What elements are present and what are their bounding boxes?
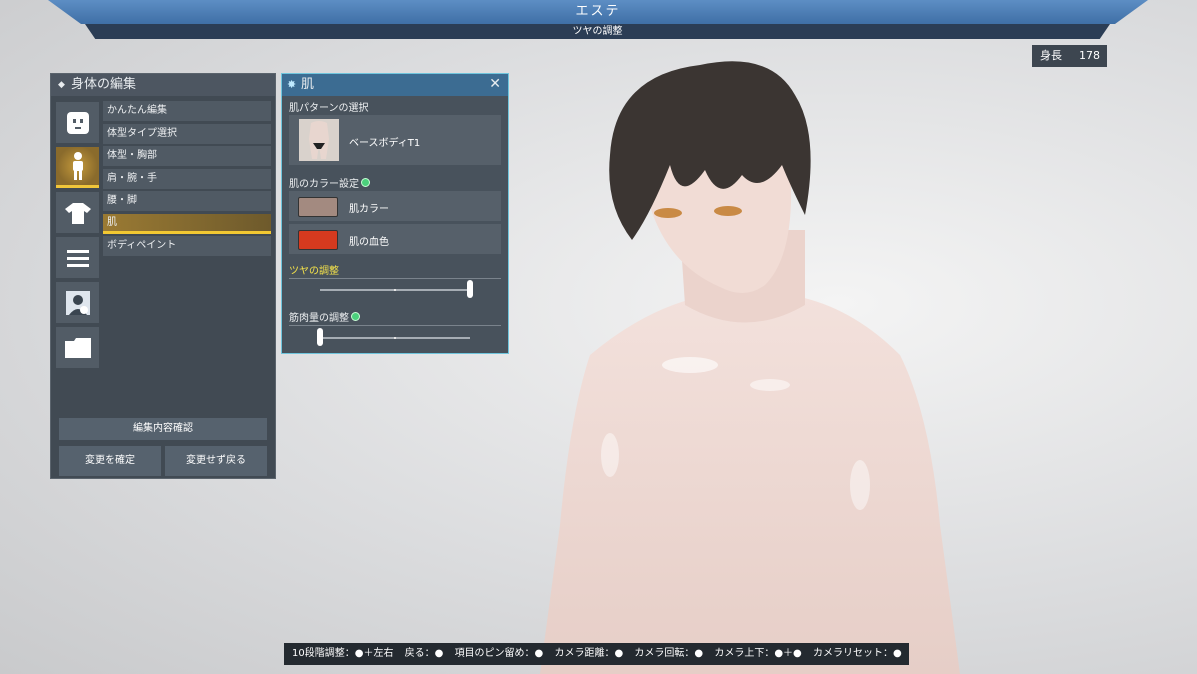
body-icon[interactable] [56,147,99,188]
skin-panel: ✸ 肌 ✕ 肌パターンの選択 ベースボディT1 肌のカラー設定 肌カラー 肌の血… [281,73,509,354]
folder-icon[interactable] [56,327,99,368]
skin-pattern-selector[interactable]: ベースボディT1 [289,115,501,165]
blood-color-row[interactable]: 肌の血色 [289,224,501,254]
menu-item-waist-leg[interactable]: 腰・脚 [103,191,271,211]
list-icon[interactable] [56,237,99,278]
gloss-slider-knob[interactable] [467,280,473,298]
muscle-label: 筋肉量の調整 [289,313,349,324]
character-preview [540,61,960,674]
skin-color-swatch [298,197,338,217]
body-edit-title: 身体の編集 [71,77,137,92]
menu-item-skin[interactable]: 肌 [103,213,271,234]
controls-help-bar: 10段階調整：●＋左右 戻る：● 項目のピン留め：● カメラ距離：● カメラ回転… [284,643,909,665]
menu-item-body-paint[interactable]: ボディペイント [103,236,271,256]
body-edit-header: ◆ 身体の編集 [51,74,275,96]
blood-color-label: 肌の血色 [349,237,389,248]
height-label: 身長 [1040,49,1062,62]
help-item-camera-distance: カメラ距離：● [554,648,624,659]
gloss-label: ツヤの調整 [289,262,501,279]
screen-subtitle: ツヤの調整 [85,24,1110,39]
body-edit-panel: ◆ 身体の編集 かんたん編集 体型タイプ選択 体型・胸部 肩・腕・手 腰・脚 肌… [50,73,276,479]
pattern-value: ベースボディT1 [349,138,421,149]
help-item-camera-reset: カメラリセット：● [812,648,902,659]
apply-changes-button[interactable]: 変更を確定 [59,446,161,476]
help-item-camera-updown: カメラ上下：●＋● [714,648,802,659]
gem-icon [361,178,370,187]
body-menu-list: かんたん編集 体型タイプ選択 体型・胸部 肩・腕・手 腰・脚 肌 ボディペイント [103,101,271,259]
skin-color-row[interactable]: 肌カラー [289,191,501,221]
help-item-pin: 項目のピン留め：● [454,648,544,659]
body-thumbnail-icon [299,119,339,161]
help-item-camera-rotate: カメラ回転：● [634,648,704,659]
menu-item-body-chest[interactable]: 体型・胸部 [103,146,271,166]
sparkle-icon: ✸ [287,78,297,91]
face-icon[interactable] [56,102,99,143]
close-icon[interactable]: ✕ [489,73,501,95]
menu-item-shoulder-arm-hand[interactable]: 肩・腕・手 [103,168,271,189]
height-value: 178 [1079,49,1100,62]
review-edits-button[interactable]: 編集内容確認 [59,418,267,440]
category-icon-column [56,102,101,372]
skin-panel-header: ✸ 肌 ✕ [282,74,508,96]
color-section-label: 肌のカラー設定 [289,175,501,192]
diamond-icon: ◆ [58,80,65,90]
portrait-icon[interactable] [56,282,99,323]
pattern-section-label: 肌パターンの選択 [289,99,501,116]
help-item-adjust: 10段階調整：●＋左右 [292,648,394,659]
skin-color-label: 肌カラー [349,204,389,215]
help-item-back: 戻る：● [404,648,444,659]
skin-panel-title: 肌 [301,77,315,92]
color-section-text: 肌のカラー設定 [289,179,359,190]
blood-color-swatch [298,230,338,250]
shirt-icon[interactable] [56,192,99,233]
gem-icon [351,312,360,321]
discard-changes-button[interactable]: 変更せず戻る [165,446,267,476]
gloss-slider-tick [394,289,396,291]
muscle-slider-knob[interactable] [317,328,323,346]
muscle-slider-tick [394,337,396,339]
menu-item-body-type[interactable]: 体型タイプ選択 [103,123,271,144]
menu-item-easy-edit[interactable]: かんたん編集 [103,101,271,121]
height-display: 身長 178 [1032,45,1107,67]
muscle-section-label: 筋肉量の調整 [289,309,501,326]
screen-title: エステ [48,0,1148,24]
